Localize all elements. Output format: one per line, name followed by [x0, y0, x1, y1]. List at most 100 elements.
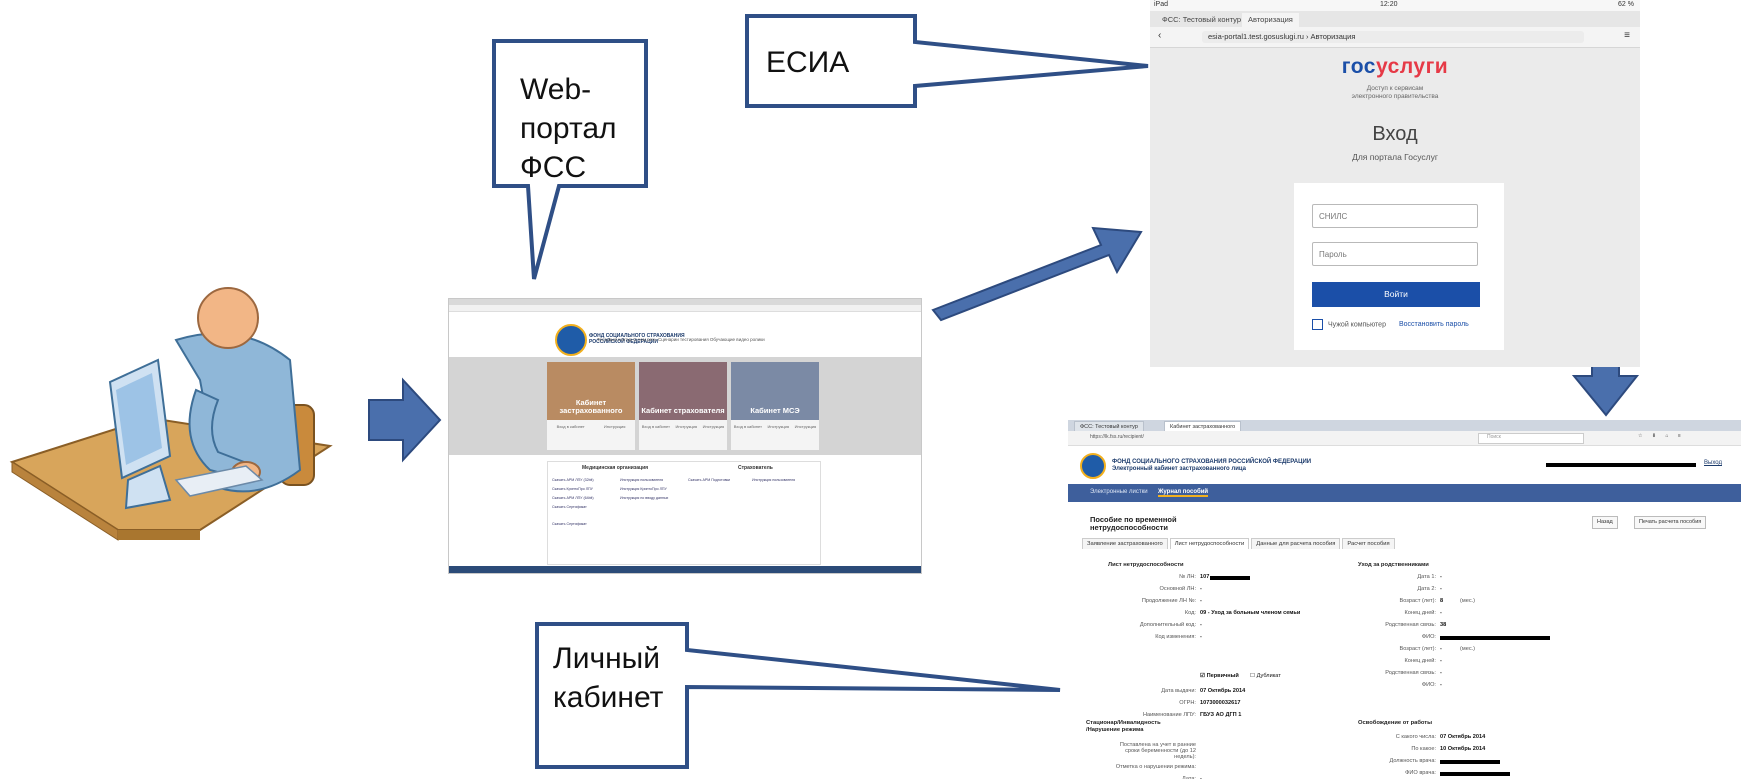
field-label: По какое:: [1411, 746, 1436, 752]
instruction-link[interactable]: Инструкция пользователя: [620, 478, 663, 482]
download-link[interactable]: Скачать КриптоПро ЛПУ: [552, 487, 593, 491]
field-label: Отметка о нарушении режима:: [1115, 764, 1196, 770]
card-action[interactable]: Инструкция: [795, 424, 817, 429]
search-input[interactable]: Поиск: [1478, 433, 1584, 444]
instruction-link[interactable]: Инструкция пользователя: [752, 478, 795, 482]
download-link[interactable]: Скачать АРМ ЛПУ (32bit): [552, 478, 594, 482]
field-label: Продолжение ЛН №:: [1141, 598, 1196, 604]
field-label: Конец дней:: [1404, 658, 1436, 664]
taskbar: [449, 566, 921, 573]
instruction-link[interactable]: Инструкция по вводу данных: [620, 496, 668, 500]
download-link[interactable]: Скачать Сертификат: [552, 505, 587, 509]
arrow-to-esia: [931, 226, 1143, 322]
login-form: СНИЛС Пароль Войти Чужой компьютер Восст…: [1294, 183, 1504, 350]
login-button[interactable]: Войти: [1312, 282, 1480, 307]
sub-tab[interactable]: Заявление застрахованного: [1082, 538, 1168, 549]
menu-icon[interactable]: ≡: [1624, 30, 1630, 41]
field-label: Основной ЛН:: [1159, 586, 1196, 592]
field-label: ФИО врача:: [1405, 770, 1436, 776]
column-header: Медицинская организация: [582, 465, 649, 471]
checkbox-icon[interactable]: [1312, 319, 1323, 330]
web-portal-callout-text: Web- портал ФСС: [520, 70, 617, 187]
password-input[interactable]: Пароль: [1312, 242, 1478, 266]
card-actions: Вход в кабинет Инструкция Инструкция: [639, 424, 727, 429]
field-label: Родственная связь:: [1385, 622, 1436, 628]
arrow-to-portal: [368, 377, 442, 463]
esia-callout-text: ЕСИА: [766, 46, 850, 79]
card-action[interactable]: Инструкция: [676, 424, 698, 429]
field-label: Возраст (лет):: [1399, 646, 1436, 652]
device-name: iPad: [1154, 1, 1169, 8]
callout-line: кабинет: [553, 681, 664, 714]
browser-address-bar: [449, 305, 921, 312]
browser-toolbar-icons[interactable]: ☆ ⬇ ⌂ ≡: [1638, 433, 1685, 439]
card-action[interactable]: Инструкция: [768, 424, 790, 429]
logout-link[interactable]: Выход: [1704, 460, 1722, 466]
fss-logo-icon: [555, 324, 587, 356]
field-value: -: [1440, 646, 1442, 652]
field-value: -: [1440, 658, 1442, 664]
card-actions: Вход в кабинет Инструкция: [547, 424, 635, 429]
card-insured[interactable]: Кабинет застрахованного Вход в кабинет И…: [547, 362, 635, 450]
primary-checkbox[interactable]: ☑ Первичный: [1200, 673, 1239, 679]
callout-line: портал: [520, 112, 617, 145]
card-employer[interactable]: Кабинет страхователя Вход в кабинет Инст…: [639, 362, 727, 450]
field-label: Поставлена на учет в ранние сроки береме…: [1119, 742, 1196, 760]
browser-tab[interactable]: Авторизация: [1242, 13, 1299, 27]
foreign-computer-checkbox[interactable]: Чужой компьютер: [1312, 319, 1386, 330]
sub-tab[interactable]: Расчет пособия: [1342, 538, 1395, 549]
web-portal-screenshot: ФОНД СОЦИАЛЬНОГО СТРАХОВАНИЯ РОССИЙСКОЙ …: [448, 298, 922, 574]
browser-tabs: ФСС: Тестовый контур Авторизация: [1150, 11, 1640, 27]
cabinet-org-name: ФОНД СОЦИАЛЬНОГО СТРАХОВАНИЯ РОССИЙСКОЙ …: [1112, 459, 1312, 472]
card-action[interactable]: Инструкция: [604, 424, 626, 429]
redacted-value: [1440, 636, 1550, 640]
url-field[interactable]: https://lk.fss.ru/recipient/: [1090, 434, 1144, 440]
field-label: ФИО:: [1421, 634, 1436, 640]
cabinet-nav: Электронные листки Журнал пособий: [1068, 484, 1741, 502]
field-value: 1073000032617: [1200, 700, 1241, 706]
browser-tab[interactable]: ФСС: Тестовый контур: [1156, 13, 1247, 27]
duplicate-checkbox[interactable]: ☐ Дубликат: [1250, 673, 1281, 679]
section-title: Лист нетрудоспособности: [1108, 562, 1184, 568]
gosuslugi-logo: госуслуги: [1341, 55, 1449, 78]
field-value: -: [1440, 682, 1442, 688]
snils-input[interactable]: СНИЛС: [1312, 204, 1478, 228]
url-field[interactable]: esia-portal1.test.gosuslugi.ru › Авториз…: [1202, 31, 1584, 43]
browser-address-bar: ‹ esia-portal1.test.gosuslugi.ru › Автор…: [1150, 27, 1640, 48]
nav-item-active[interactable]: Журнал пособий: [1158, 489, 1209, 497]
download-link[interactable]: Скачать АРМ Подготовки: [688, 478, 730, 482]
instruction-link[interactable]: Инструкция КриптоПро ЛПУ: [620, 487, 667, 491]
card-action[interactable]: Инструкция: [703, 424, 725, 429]
field-value: -: [1440, 586, 1442, 592]
card-action[interactable]: Вход в кабинет: [734, 424, 762, 429]
user-at-computer-illustration: [9, 287, 333, 541]
nav-item[interactable]: Электронные листки: [1090, 489, 1148, 495]
print-button[interactable]: Печать расчета пособия: [1634, 516, 1707, 529]
field-value: -: [1200, 634, 1202, 640]
back-button[interactable]: Назад: [1592, 516, 1618, 529]
sub-tab[interactable]: Данные для расчета пособия: [1251, 538, 1341, 549]
card-action[interactable]: Вход в кабинет: [557, 424, 585, 429]
download-link[interactable]: Скачать АРМ ЛПУ (64bit): [552, 496, 594, 500]
portal-top-links[interactable]: Тестовый контур О чем речь Сценарии тест…: [597, 337, 765, 342]
field-value: 09 - Уход за больным членом семьи: [1200, 610, 1301, 616]
sub-tab-active[interactable]: Лист нетрудоспособности: [1169, 538, 1250, 549]
card-action[interactable]: Вход в кабинет: [642, 424, 670, 429]
login-subtitle: Для портала Госуслуг: [1352, 152, 1438, 162]
field-label: Код изменения:: [1155, 634, 1196, 640]
browser-address-bar: https://lk.fss.ru/recipient/ Поиск ☆ ⬇ ⌂…: [1068, 431, 1741, 446]
restore-password-link[interactable]: Восстановить пароль: [1399, 321, 1469, 328]
field-label: Дополнительный код:: [1139, 622, 1196, 628]
field-value: 38: [1440, 622, 1447, 628]
field-label: Конец дней:: [1404, 610, 1436, 616]
portal-downloads: Медицинская организация Страхователь Ска…: [547, 461, 821, 565]
field-label: Родственная связь:: [1385, 670, 1436, 676]
cabinet-callout-text: Личный кабинет: [553, 639, 663, 717]
card-mse[interactable]: Кабинет МСЭ Вход в кабинет Инструкция Ин…: [731, 362, 819, 450]
back-icon[interactable]: ‹: [1158, 30, 1161, 41]
section-title: Уход за родственниками: [1358, 562, 1429, 568]
field-value: 07 Октябрь 2014: [1200, 688, 1246, 694]
card-image: Кабинет МСЭ: [731, 362, 819, 420]
download-link[interactable]: Скачать Сертификат: [552, 522, 587, 526]
gosuslugi-tagline: Доступ к сервисам электронного правитель…: [1351, 85, 1439, 100]
